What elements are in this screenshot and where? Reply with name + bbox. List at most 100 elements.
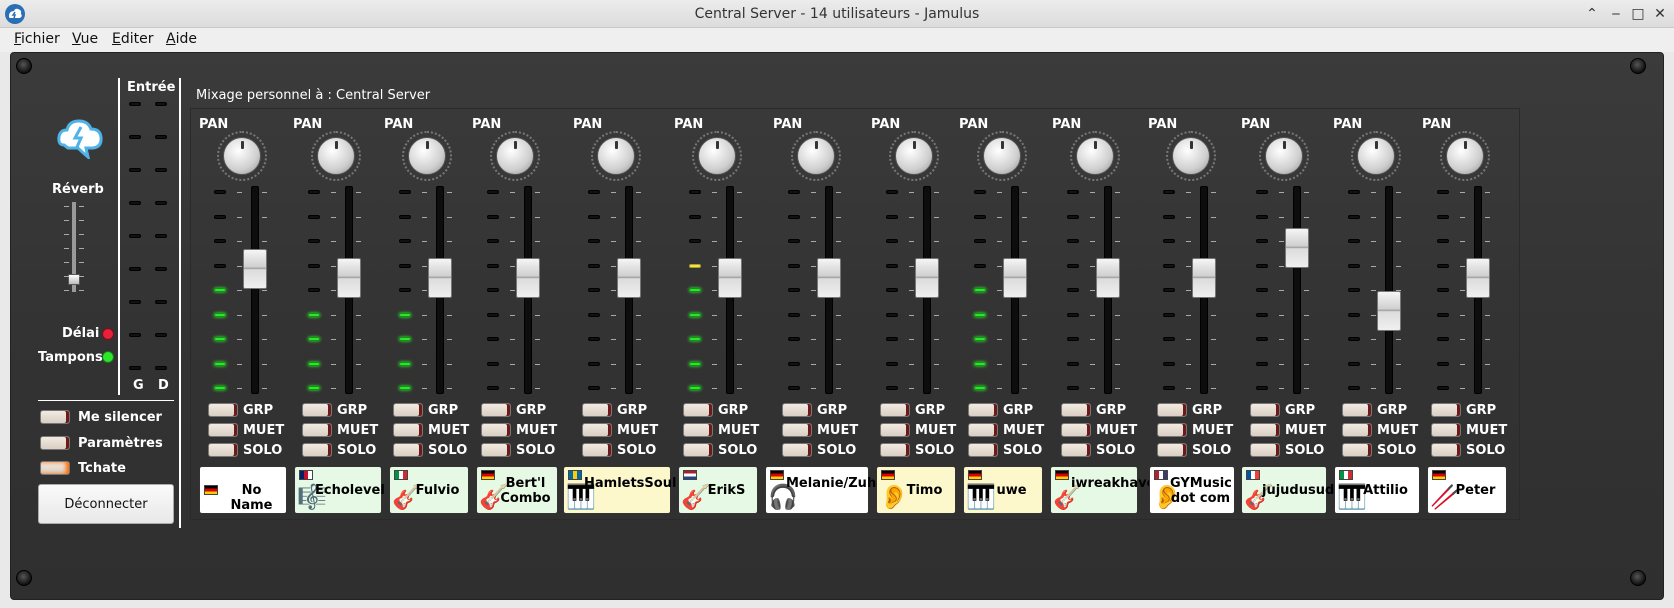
- pan-knob[interactable]: [1265, 137, 1303, 175]
- pan-knob[interactable]: [223, 137, 261, 175]
- fader-handle[interactable]: [915, 258, 939, 298]
- channel-name-card[interactable]: No Name: [199, 466, 287, 514]
- grp-toggle[interactable]: [782, 403, 812, 417]
- channel-name-card[interactable]: 🎹 HamletsSoul: [563, 466, 676, 514]
- fader-track[interactable]: [251, 186, 259, 394]
- solo-toggle[interactable]: [880, 443, 910, 457]
- channel-name-card[interactable]: 👂 Timo: [876, 466, 956, 514]
- fader-track[interactable]: [1385, 186, 1393, 394]
- solo-toggle[interactable]: [582, 443, 612, 457]
- level-meter-led: [308, 362, 320, 366]
- grp-toggle[interactable]: [302, 403, 332, 417]
- grp-toggle[interactable]: [968, 403, 998, 417]
- mute-toggle[interactable]: [393, 423, 423, 437]
- fader-handle[interactable]: [817, 258, 841, 298]
- channel-name-card[interactable]: 🎹 Attilio: [1334, 466, 1420, 514]
- grp-toggle[interactable]: [1250, 403, 1280, 417]
- fader-handle[interactable]: [1192, 258, 1216, 298]
- pan-knob[interactable]: [496, 137, 534, 175]
- fader-handle[interactable]: [1003, 258, 1027, 298]
- mute-toggle[interactable]: [582, 423, 612, 437]
- grp-toggle[interactable]: [393, 403, 423, 417]
- solo-toggle[interactable]: [481, 443, 511, 457]
- grp-toggle[interactable]: [1342, 403, 1372, 417]
- fader-handle[interactable]: [718, 258, 742, 298]
- menu-editer[interactable]: Editer: [112, 31, 154, 47]
- mute-toggle[interactable]: [1250, 423, 1280, 437]
- solo-toggle[interactable]: [782, 443, 812, 457]
- pan-knob[interactable]: [317, 137, 355, 175]
- chat-toggle[interactable]: [40, 461, 70, 475]
- mute-toggle[interactable]: [208, 423, 238, 437]
- pan-knob[interactable]: [408, 137, 446, 175]
- fader-handle[interactable]: [1377, 291, 1401, 331]
- fader-handle[interactable]: [516, 258, 540, 298]
- channel-name-card[interactable]: 🎸 ErikS: [678, 466, 758, 514]
- pan-knob[interactable]: [983, 137, 1021, 175]
- disconnect-button[interactable]: Déconnecter: [38, 484, 174, 524]
- pan-knob[interactable]: [1076, 137, 1114, 175]
- mute-toggle[interactable]: [880, 423, 910, 437]
- mute-toggle[interactable]: [782, 423, 812, 437]
- solo-toggle[interactable]: [1061, 443, 1091, 457]
- channel-name-card[interactable]: 🥢 Peter: [1427, 466, 1507, 514]
- fader-handle[interactable]: [337, 258, 361, 298]
- channel-name-card[interactable]: 🎸 iwreakhavoc: [1050, 466, 1163, 514]
- solo-toggle[interactable]: [1342, 443, 1372, 457]
- mute-toggle[interactable]: [1157, 423, 1187, 437]
- channel-name-card[interactable]: 🎹 uwe: [963, 466, 1043, 514]
- fader-handle[interactable]: [243, 249, 267, 289]
- solo-toggle[interactable]: [968, 443, 998, 457]
- grp-toggle[interactable]: [582, 403, 612, 417]
- solo-toggle[interactable]: [208, 443, 238, 457]
- mute-toggle[interactable]: [968, 423, 998, 437]
- pan-knob[interactable]: [1357, 137, 1395, 175]
- solo-toggle[interactable]: [1431, 443, 1461, 457]
- menu-aide[interactable]: Aide: [166, 31, 197, 47]
- channel-name-card[interactable]: 🎸 Bert'l Combo: [476, 466, 558, 514]
- mute-toggle[interactable]: [1061, 423, 1091, 437]
- menu-fichier[interactable]: Fichier: [14, 31, 60, 47]
- grp-toggle[interactable]: [481, 403, 511, 417]
- fader-handle[interactable]: [1466, 258, 1490, 298]
- solo-toggle[interactable]: [683, 443, 713, 457]
- grp-toggle[interactable]: [683, 403, 713, 417]
- grp-toggle[interactable]: [1431, 403, 1461, 417]
- mute-toggle[interactable]: [481, 423, 511, 437]
- grp-toggle[interactable]: [1061, 403, 1091, 417]
- channel-name-card[interactable]: 🎧 Melanie/Zuhörer: [765, 466, 907, 514]
- close-icon[interactable]: ✕: [1650, 4, 1670, 24]
- channel-name-card[interactable]: 🎸 jujudusud: [1241, 466, 1334, 514]
- fader-handle[interactable]: [1285, 228, 1309, 268]
- solo-toggle[interactable]: [1157, 443, 1187, 457]
- grp-toggle[interactable]: [880, 403, 910, 417]
- mute-toggle[interactable]: [683, 423, 713, 437]
- minimize-icon[interactable]: ‒: [1606, 4, 1626, 24]
- channel-name-card[interactable]: 🎼 Echolevel: [294, 466, 385, 514]
- pan-knob[interactable]: [1172, 137, 1210, 175]
- mute-toggle[interactable]: [302, 423, 332, 437]
- mute-toggle[interactable]: [1342, 423, 1372, 437]
- fader-handle[interactable]: [617, 258, 641, 298]
- maximize-icon[interactable]: □: [1628, 4, 1648, 24]
- mute-self-toggle[interactable]: [40, 410, 70, 424]
- pan-knob[interactable]: [797, 137, 835, 175]
- settings-toggle[interactable]: [40, 436, 70, 450]
- pan-knob[interactable]: [698, 137, 736, 175]
- fader-handle[interactable]: [428, 258, 452, 298]
- grp-toggle[interactable]: [1157, 403, 1187, 417]
- pan-knob[interactable]: [1446, 137, 1484, 175]
- grp-toggle[interactable]: [208, 403, 238, 417]
- solo-toggle[interactable]: [1250, 443, 1280, 457]
- pan-knob[interactable]: [895, 137, 933, 175]
- solo-toggle[interactable]: [393, 443, 423, 457]
- channel-name-card[interactable]: 🎸 Fulvio: [389, 466, 469, 514]
- help-icon[interactable]: ⌃: [1582, 4, 1602, 24]
- solo-toggle[interactable]: [302, 443, 332, 457]
- menu-vue[interactable]: Vue: [72, 31, 98, 47]
- fader-handle[interactable]: [1096, 258, 1120, 298]
- mute-toggle[interactable]: [1431, 423, 1461, 437]
- pan-knob[interactable]: [597, 137, 635, 175]
- fader-track[interactable]: [1293, 186, 1301, 394]
- channel-name-card[interactable]: 👂 GYMusic dot com: [1149, 466, 1235, 514]
